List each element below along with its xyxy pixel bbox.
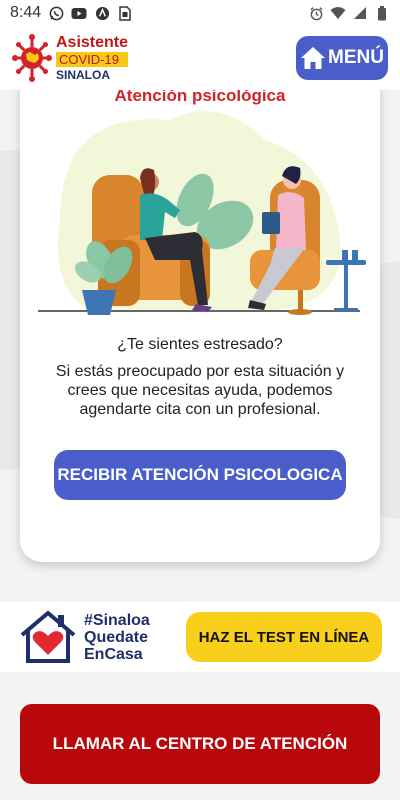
stay-home-campaign: #Sinaloa Quedate EnCasa [18,609,150,665]
sim-icon [117,5,133,21]
virus-logo-icon [12,34,52,82]
menu-label: MENÚ [328,47,384,68]
therapy-session-illustration [38,111,366,315]
psychological-care-card: Atención psicológica ¿Te sientes estresa… [20,90,380,562]
house-heart-icon [20,611,76,663]
status-left: 8:44 [10,4,133,22]
logo-subtitle: COVID-19 [56,52,129,67]
signal-icon [352,5,368,21]
maps-icon [94,5,110,21]
status-bar: 8:44 [0,0,400,26]
wifi-icon [330,5,346,21]
campaign-line3: EnCasa [84,645,143,663]
whatsapp-icon [48,5,64,21]
campaign-line1: #Sinaloa [84,611,150,629]
app-header: Asistente COVID-19 SINALOA MENÚ [0,26,400,90]
receive-psychological-care-button[interactable]: RECIBIR ATENCIÓN PSICOLOGICA [54,450,346,500]
status-time: 8:44 [10,4,42,21]
care-description: Si estás preocupado por esta situación y… [55,363,345,418]
campaign-line2: Quedate [84,628,149,646]
content-scroll-area[interactable]: Atención psicológica ¿Te sientes estresa… [0,90,400,602]
status-right [308,5,390,21]
campaign-text: #Sinaloa Quedate EnCasa [84,612,150,663]
app-logo[interactable]: Asistente COVID-19 SINALOA [12,32,129,84]
stress-question: ¿Te sientes estresado? [117,336,283,353]
call-center-button[interactable]: LLAMAR AL CENTRO DE ATENCIÓN [20,704,380,784]
menu-button[interactable]: MENÚ [296,36,388,80]
alarm-icon [308,5,324,21]
online-test-button[interactable]: HAZ EL TEST EN LÍNEA [186,612,382,662]
logo-title: Asistente [56,34,129,51]
logo-region: SINALOA [56,68,110,82]
logo-text: Asistente COVID-19 SINALOA [56,34,129,82]
battery-icon [374,5,390,21]
home-icon [301,47,326,69]
campaign-strip: #Sinaloa Quedate EnCasa HAZ EL TEST EN L… [0,602,400,672]
youtube-icon [71,5,87,21]
